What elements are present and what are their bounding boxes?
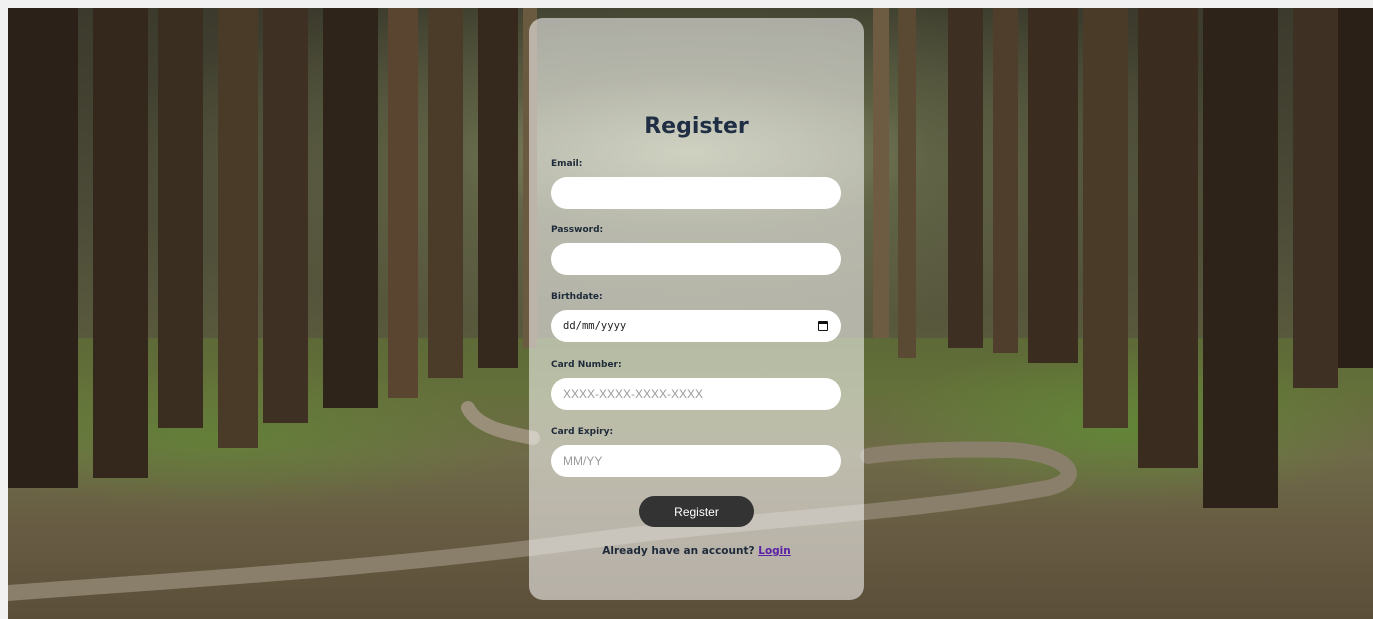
- card-number-label: Card Number:: [551, 360, 622, 370]
- birthdate-label: Birthdate:: [551, 292, 603, 302]
- birthdate-input[interactable]: dd/mm/yyyy: [551, 310, 841, 342]
- email-input[interactable]: [551, 177, 841, 209]
- password-label: Password:: [551, 225, 604, 235]
- register-card: Register Email: Password: Birthdate: dd/…: [529, 18, 864, 600]
- login-prompt-text: Already have an account?: [602, 545, 755, 557]
- calendar-icon[interactable]: [818, 321, 828, 331]
- card-expiry-label: Card Expiry:: [551, 427, 614, 437]
- card-number-input[interactable]: [551, 378, 841, 410]
- register-button[interactable]: Register: [639, 496, 754, 527]
- page-title: Register: [644, 114, 749, 139]
- login-link[interactable]: Login: [758, 545, 791, 557]
- password-input[interactable]: [551, 243, 841, 275]
- login-prompt: Already have an account? Login: [529, 545, 864, 557]
- email-label: Email:: [551, 159, 583, 169]
- birthdate-value: dd/mm/yyyy: [563, 320, 627, 332]
- card-expiry-input[interactable]: [551, 445, 841, 477]
